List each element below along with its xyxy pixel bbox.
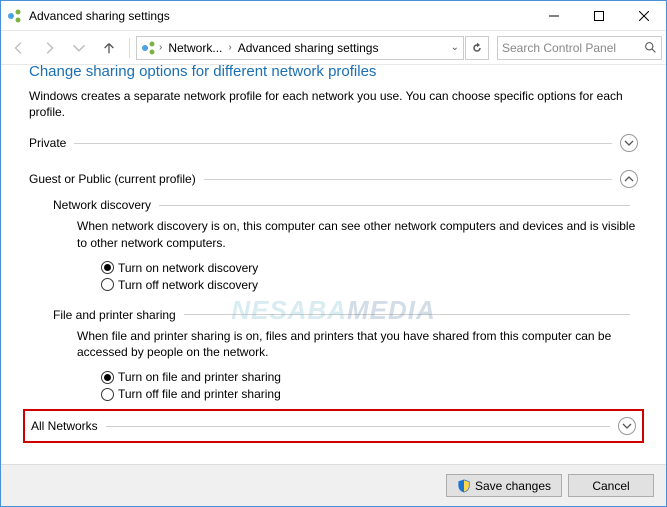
page-description: Windows creates a separate network profi… (29, 88, 638, 120)
radio-label: Turn on network discovery (118, 261, 258, 275)
network-discovery-title: Network discovery (53, 198, 151, 212)
content-area: Change sharing options for different net… (1, 65, 666, 464)
network-discovery-desc: When network discovery is on, this compu… (77, 218, 638, 250)
radio-icon (101, 371, 114, 384)
up-button[interactable] (95, 36, 123, 60)
recent-dropdown[interactable] (65, 36, 93, 60)
radio-label: Turn on file and printer sharing (118, 370, 281, 384)
minimize-button[interactable] (531, 1, 576, 31)
save-label: Save changes (475, 479, 551, 493)
divider (106, 426, 610, 427)
divider (74, 143, 612, 144)
network-icon (141, 40, 157, 56)
window-title: Advanced sharing settings (29, 9, 531, 23)
radio-label: Turn off file and printer sharing (118, 387, 281, 401)
file-sharing-title: File and printer sharing (53, 308, 176, 322)
chevron-right-icon: › (228, 42, 231, 53)
radio-discovery-off[interactable]: Turn off network discovery (101, 278, 638, 292)
close-button[interactable] (621, 1, 666, 31)
titlebar: Advanced sharing settings (1, 1, 666, 31)
divider (184, 314, 630, 315)
maximize-button[interactable] (576, 1, 621, 31)
chevron-right-icon: › (159, 42, 162, 53)
subsection-network-discovery: Network discovery When network discovery… (53, 198, 638, 291)
search-input[interactable]: Search Control Panel (497, 36, 662, 60)
collapse-guest-button[interactable] (620, 170, 638, 188)
back-button[interactable] (5, 36, 33, 60)
navbar: › Network... › Advanced sharing settings… (1, 31, 666, 65)
save-changes-button[interactable]: Save changes (446, 474, 562, 497)
section-private-label: Private (29, 136, 66, 150)
footer: Save changes Cancel (1, 464, 666, 506)
expand-all-networks-button[interactable] (618, 417, 636, 435)
chevron-down-icon[interactable]: ⌄ (451, 42, 459, 53)
radio-filesharing-off[interactable]: Turn off file and printer sharing (101, 387, 638, 401)
forward-button[interactable] (35, 36, 63, 60)
search-icon (644, 41, 657, 54)
expand-private-button[interactable] (620, 134, 638, 152)
network-icon (7, 8, 23, 24)
search-placeholder: Search Control Panel (502, 41, 644, 55)
nav-divider (129, 38, 130, 58)
radio-filesharing-on[interactable]: Turn on file and printer sharing (101, 370, 638, 384)
breadcrumb-current[interactable]: Advanced sharing settings (234, 41, 383, 55)
section-all-networks[interactable]: All Networks (31, 417, 636, 435)
divider (159, 205, 630, 206)
radio-label: Turn off network discovery (118, 278, 258, 292)
subsection-file-sharing: File and printer sharing When file and p… (53, 308, 638, 401)
refresh-button[interactable] (465, 36, 489, 60)
cancel-button[interactable]: Cancel (568, 474, 654, 497)
section-all-networks-label: All Networks (31, 419, 98, 433)
section-guest[interactable]: Guest or Public (current profile) (29, 170, 638, 188)
radio-icon (101, 278, 114, 291)
section-guest-label: Guest or Public (current profile) (29, 172, 196, 186)
file-sharing-desc: When file and printer sharing is on, fil… (77, 328, 638, 360)
radio-icon (101, 388, 114, 401)
divider (204, 179, 612, 180)
highlighted-section: All Networks (23, 409, 644, 443)
radio-discovery-on[interactable]: Turn on network discovery (101, 261, 638, 275)
breadcrumb-network[interactable]: Network... (164, 41, 226, 55)
breadcrumb[interactable]: › Network... › Advanced sharing settings… (136, 36, 464, 60)
shield-icon (457, 479, 471, 493)
radio-icon (101, 261, 114, 274)
page-heading: Change sharing options for different net… (29, 65, 638, 80)
cancel-label: Cancel (592, 479, 629, 493)
section-private[interactable]: Private (29, 134, 638, 152)
